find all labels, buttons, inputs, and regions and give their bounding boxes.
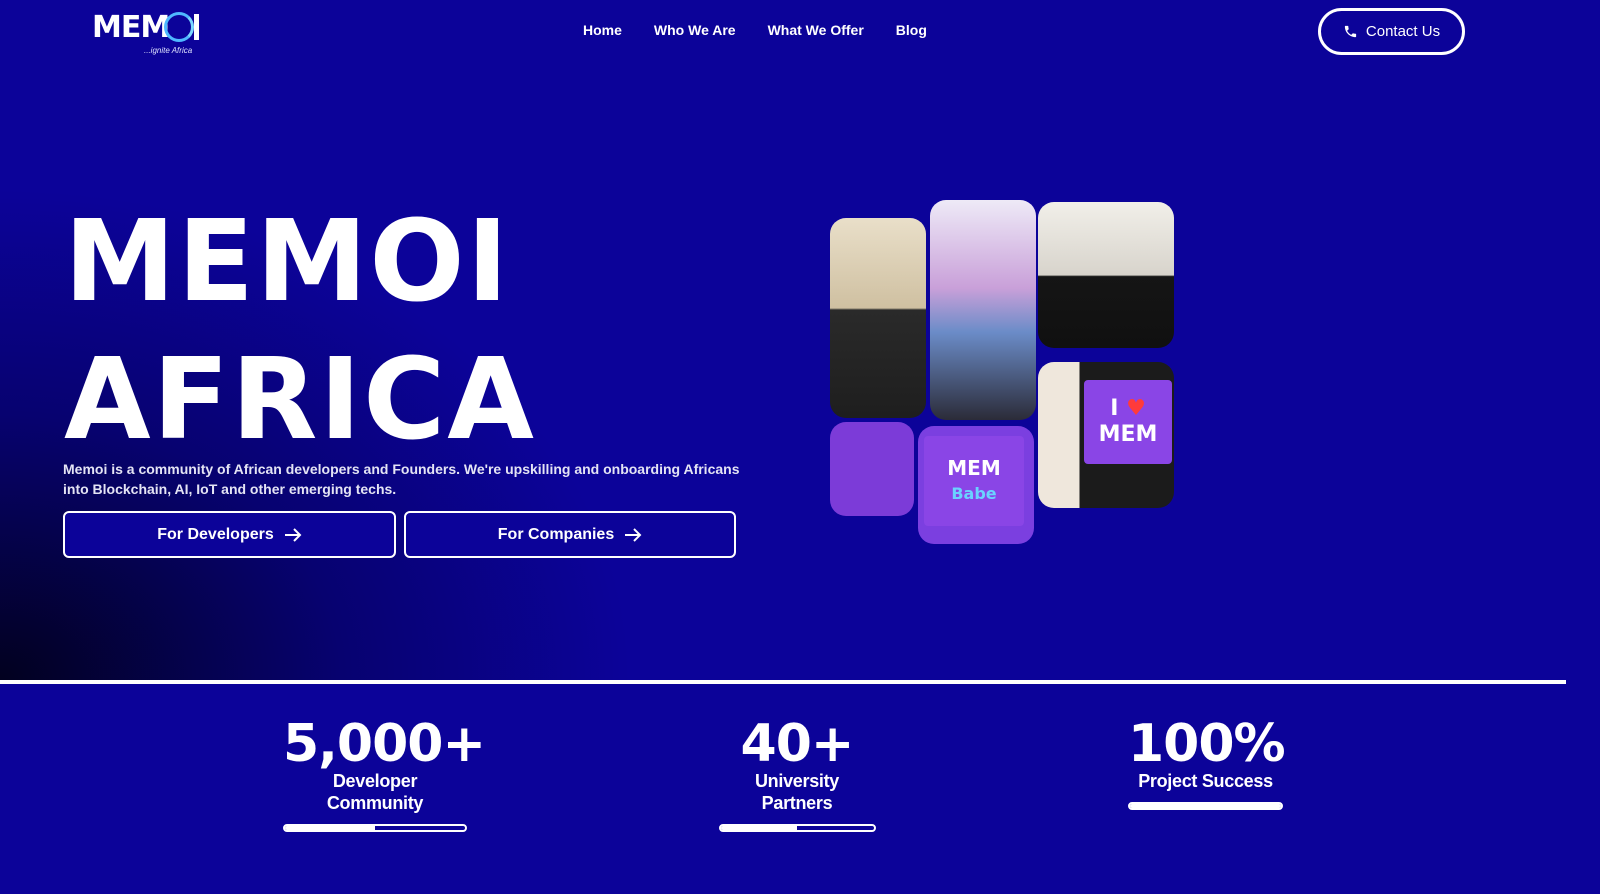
stat-progress-bar: [1128, 802, 1283, 810]
contact-us-label: Contact Us: [1365, 23, 1441, 40]
stat-value: 40+: [740, 714, 855, 774]
sign1-line2: MEM: [1098, 422, 1158, 447]
collage-photo-1: [830, 218, 926, 418]
sign1-line1: I ♥: [1110, 396, 1146, 421]
collage-photo-5: MEM Babe: [918, 426, 1034, 544]
stat-project-success: 100% Project Success: [1128, 714, 1286, 810]
heart-icon: ♥: [1126, 396, 1146, 421]
nav-who-we-are[interactable]: Who We Are: [654, 22, 736, 38]
stat-label: Developer Community: [326, 771, 424, 813]
arrow-right-icon: [625, 527, 642, 542]
stat-progress-fill: [1130, 804, 1281, 808]
stats-section: 5,000+ Developer Community 40+ Universit…: [0, 684, 1600, 894]
collage-photo-6: I ♥ MEM: [1038, 362, 1174, 508]
collage-photo-2: [930, 200, 1036, 420]
sign2-line2: Babe: [951, 484, 997, 503]
logo-wordmark: MEM: [92, 10, 170, 45]
for-developers-button[interactable]: For Developers: [63, 511, 396, 558]
nav-what-we-offer[interactable]: What We Offer: [768, 22, 864, 38]
stat-progress-fill: [285, 826, 375, 830]
logo-tagline: ...ignite Africa: [144, 46, 193, 55]
stat-value: 100%: [1128, 714, 1286, 774]
stat-progress-fill: [720, 826, 797, 830]
navbar: MEM ...ignite Africa Home Who We Are Wha…: [0, 0, 1600, 63]
for-developers-label: For Developers: [157, 525, 274, 543]
for-companies-button[interactable]: For Companies: [404, 511, 736, 558]
nav-blog[interactable]: Blog: [896, 22, 927, 38]
stat-value: 5,000+: [283, 714, 486, 774]
collage-photo-3: [1038, 202, 1174, 348]
stat-university-partners: 40+ University Partners: [718, 714, 876, 832]
brand-logo[interactable]: MEM ...ignite Africa: [92, 8, 202, 56]
phone-icon: [1344, 25, 1357, 38]
collage-photo-4: [830, 422, 914, 516]
main-menu: Home Who We Are What We Offer Blog: [583, 22, 927, 38]
sign2-line1: MEM: [947, 456, 1001, 480]
logo-i-mark: [194, 14, 199, 40]
arrow-right-icon: [284, 527, 302, 542]
hero-section: MEMOI AFRICA Memoi is a community of Afr…: [0, 63, 1600, 680]
hero-title-line2: AFRICA: [64, 335, 536, 465]
hero-description: Memoi is a community of African develope…: [63, 461, 740, 497]
i-love-memoi-sign: I ♥ MEM: [1084, 380, 1172, 464]
nav-home[interactable]: Home: [583, 22, 622, 38]
hero-title: MEMOI AFRICA: [64, 193, 536, 469]
memoi-babe-sign: MEM Babe: [924, 436, 1024, 526]
stat-label: University Partners: [754, 771, 840, 813]
hero-title-line1: MEMOI: [64, 197, 511, 327]
for-companies-label: For Companies: [497, 525, 615, 543]
contact-us-button[interactable]: Contact Us: [1318, 8, 1465, 55]
logo-ring-icon: [164, 12, 194, 42]
stat-developer-community: 5,000+ Developer Community: [283, 714, 486, 832]
stat-progress-bar: [283, 824, 467, 832]
community-photo-collage: MEM Babe I ♥ MEM: [830, 200, 1175, 545]
stat-progress-bar: [718, 824, 876, 832]
stat-label: Project Success: [1138, 771, 1273, 791]
